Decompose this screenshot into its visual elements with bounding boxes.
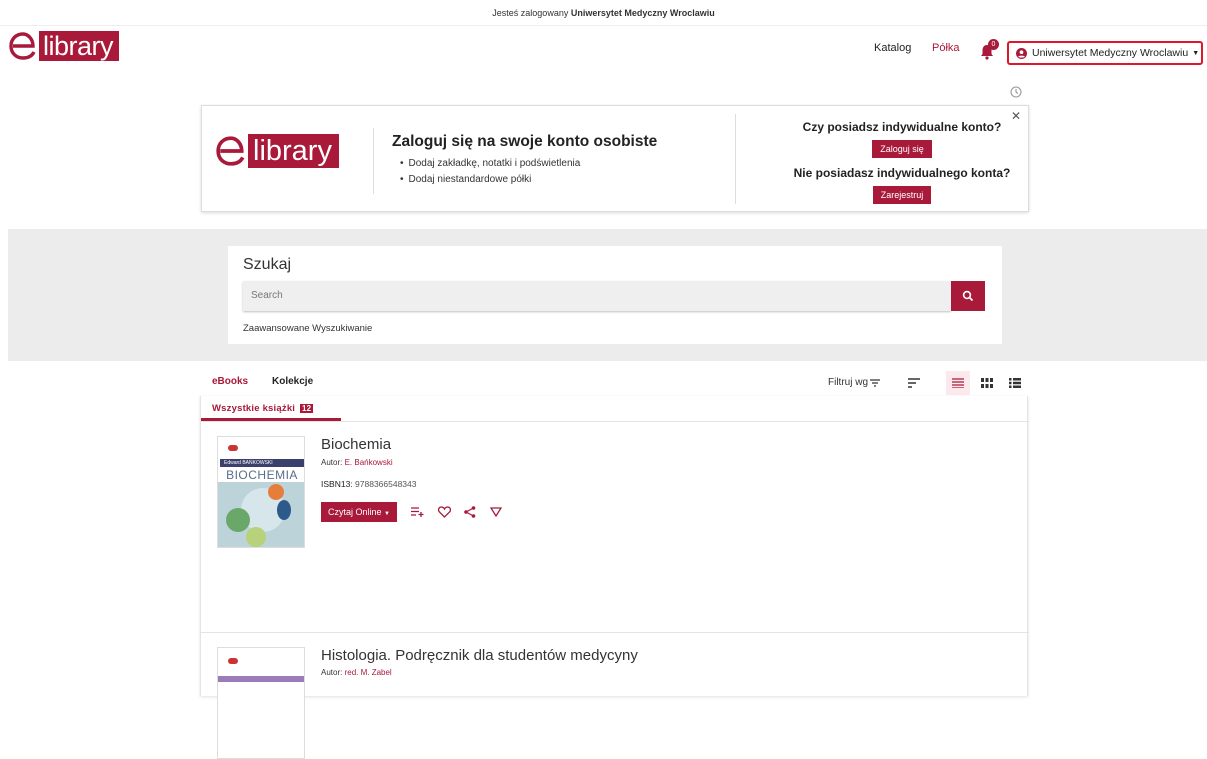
promo-question-no-account: Nie posiadasz indywidualnego konta? <box>793 166 1011 180</box>
filter-label: Filtruj wg <box>828 377 869 388</box>
promo-benefit: Dodaj zakładkę, notatki i podświetlenia <box>400 156 581 172</box>
elibrary-e-glyph <box>9 32 36 60</box>
book-actions: Czytaj Online ▼ <box>321 502 509 522</box>
elibrary-logo[interactable]: library <box>9 30 120 62</box>
publisher-logo <box>228 445 238 451</box>
cover-band <box>218 676 304 682</box>
notifications-button[interactable]: 0 <box>978 39 1000 62</box>
author-link[interactable]: red. M. Zabel <box>345 668 392 677</box>
sort-button[interactable] <box>902 371 926 395</box>
search-panel: Szukaj Search Zaawansowane Wyszukiwanie <box>228 246 1002 344</box>
filter-icon <box>870 378 881 387</box>
history-icon[interactable] <box>1009 85 1023 99</box>
triangle-down-icon <box>490 507 502 517</box>
author-link[interactable]: E. Bańkowski <box>345 458 393 467</box>
book-title[interactable]: Histologia. Podręcznik dla studentów med… <box>321 647 638 664</box>
user-circle-icon <box>1016 47 1027 59</box>
user-name: Uniwersytet Medyczny Wroclawiu <box>1032 47 1189 59</box>
login-promo-banner: ✕ library Zaloguj się na swoje konto oso… <box>201 105 1029 212</box>
book-cover[interactable]: Edward BAŃKOWSKI BIOCHEMIA <box>217 436 305 548</box>
isbn-label: ISBN13 <box>321 479 351 489</box>
promo-benefit: Dodaj niestandardowe półki <box>400 172 580 188</box>
share-icon <box>464 506 476 518</box>
view-list-detailed-button[interactable] <box>946 371 970 395</box>
book-isbn: ISBN13: 9788366548343 <box>321 479 417 489</box>
view-compact-list-button[interactable] <box>1003 371 1027 395</box>
filter-button[interactable]: Filtruj wg <box>828 377 881 388</box>
login-status-org: Uniwersytet Medyczny Wroclawiu <box>570 8 715 18</box>
list-view-icon <box>952 378 964 388</box>
grid-view-icon <box>981 378 993 388</box>
chevron-down-icon: ▼ <box>384 511 390 517</box>
book-list-panel: Wszystkie książki 12 Edward BAŃKOWSKI BI… <box>200 396 1029 759</box>
elibrary-e-glyph <box>216 136 245 166</box>
tab-all-books[interactable]: Wszystkie książki 12 <box>212 403 314 414</box>
isbn-value: 9788366548343 <box>355 479 417 489</box>
search-button[interactable] <box>951 281 985 311</box>
view-grid-button[interactable] <box>975 371 999 395</box>
promo-question-account: Czy posiadsz indywidualne konto? <box>802 120 1002 134</box>
read-online-label: Czytaj Online <box>328 507 382 517</box>
login-status-bar: Jesteś zalogowany Uniwersytet Medyczny W… <box>0 0 1207 26</box>
promo-benefits-list: Dodaj zakładkę, notatki i podświetlenia … <box>400 156 581 188</box>
favorite-button[interactable] <box>436 504 452 520</box>
tab-ebooks[interactable]: eBooks <box>212 376 248 387</box>
share-button[interactable] <box>462 504 478 520</box>
promo-logo-text: library <box>248 134 339 168</box>
book-author: Autor: red. M. Zabel <box>321 668 392 677</box>
author-prefix: Autor: <box>321 668 343 677</box>
cover-illustration <box>218 482 304 547</box>
divider <box>201 632 1029 633</box>
divider <box>373 128 374 194</box>
read-online-button[interactable]: Czytaj Online ▼ <box>321 502 397 522</box>
user-menu-button[interactable]: Uniwersytet Medyczny Wroclawiu ▼ <box>1007 41 1203 65</box>
search-heading: Szukaj <box>243 256 292 273</box>
logo-text: library <box>39 31 120 61</box>
search-input[interactable]: Search <box>243 281 951 311</box>
advanced-search-link[interactable]: Zaawansowane Wyszukiwanie <box>243 323 372 334</box>
promo-actions: Czy posiadsz indywidualne konto? Zaloguj… <box>782 120 1022 212</box>
tab-collections[interactable]: Kolekcje <box>272 376 313 387</box>
heart-icon <box>437 506 451 518</box>
promo-title: Zaloguj się na swoje konto osobiste <box>392 133 658 150</box>
register-button[interactable]: Zarejestruj <box>872 186 932 204</box>
sort-icon <box>908 378 920 388</box>
search-icon <box>962 290 974 302</box>
nav-catalog[interactable]: Katalog <box>874 42 911 54</box>
more-options-button[interactable] <box>488 504 504 520</box>
cover-author: Edward BAŃKOWSKI <box>220 459 304 467</box>
book-title[interactable]: Biochemia <box>321 436 391 453</box>
playlist-add-icon <box>411 507 424 517</box>
publisher-logo <box>228 658 238 664</box>
subtab-bar: Wszystkie książki 12 <box>201 396 1029 422</box>
add-to-playlist-button[interactable] <box>410 504 426 520</box>
cover-title: BIOCHEMIA <box>226 468 298 482</box>
tab-all-books-label: Wszystkie książki <box>212 403 296 414</box>
promo-logo: library <box>216 134 339 168</box>
book-count-badge: 12 <box>299 404 314 413</box>
login-status-prefix: Jesteś zalogowany <box>492 8 569 18</box>
notification-badge: 0 <box>988 39 999 50</box>
compact-list-icon <box>1009 378 1021 388</box>
book-author: Autor: E. Bańkowski <box>321 458 393 467</box>
login-button[interactable]: Zaloguj się <box>872 140 932 158</box>
active-tab-underline <box>201 418 341 421</box>
author-prefix: Autor: <box>321 458 343 467</box>
book-cover[interactable] <box>217 647 305 759</box>
nav-shelf[interactable]: Półka <box>932 42 960 54</box>
divider <box>735 114 736 204</box>
chevron-down-icon: ▼ <box>1192 49 1200 57</box>
